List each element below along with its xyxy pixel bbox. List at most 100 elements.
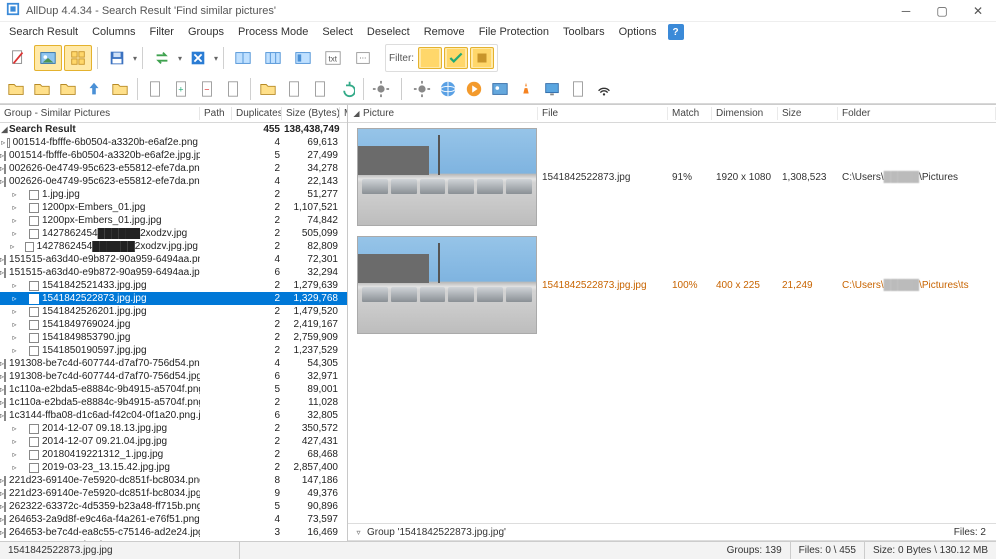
row-checkbox[interactable] (29, 229, 39, 239)
col-dupes[interactable]: Duplicates (232, 107, 282, 120)
row-checkbox[interactable] (29, 190, 39, 200)
row-checkbox[interactable] (4, 476, 6, 486)
folder-drop-icon[interactable] (256, 78, 280, 100)
row-checkbox[interactable] (29, 450, 39, 460)
preview-row[interactable]: 1541842522873.jpg.jpg100%400 x 22521,249… (348, 231, 996, 339)
menu-columns[interactable]: Columns (85, 24, 142, 40)
filter3-icon[interactable] (470, 47, 494, 69)
row-checkbox[interactable] (29, 216, 39, 226)
row-checkbox[interactable] (4, 398, 6, 408)
save-icon[interactable] (103, 45, 131, 71)
gear-icon[interactable] (410, 78, 434, 100)
result-row[interactable]: ▹151515-a63d40-e9b872-90a959-6494aa.jpg.… (0, 266, 347, 279)
row-checkbox[interactable] (4, 268, 6, 278)
group-expander[interactable]: ▿ Group '1541842522873.jpg.jpg' Files: 2 (348, 523, 996, 541)
results-body[interactable]: ◢Search Result 455 138,438,749 ▹001514-f… (0, 123, 347, 541)
image-icon[interactable] (488, 78, 512, 100)
col-picture[interactable]: Picture (363, 108, 394, 119)
row-checkbox[interactable] (4, 528, 6, 538)
document-minus-icon[interactable]: − (195, 78, 219, 100)
result-row[interactable]: ▹221d23-69140e-7e5920-dc851f-bc8034.png8… (0, 474, 347, 487)
document-plus-icon[interactable]: + (169, 78, 193, 100)
row-checkbox[interactable] (4, 515, 6, 525)
menu-deselect[interactable]: Deselect (360, 24, 417, 40)
row-checkbox[interactable] (25, 242, 34, 252)
result-row[interactable]: ▹1c110a-e2bda5-e8884c-9b4915-a5704f.png.… (0, 396, 347, 409)
document-icon[interactable] (143, 78, 167, 100)
row-checkbox[interactable] (29, 320, 39, 330)
wifi-icon[interactable] (592, 78, 616, 100)
row-checkbox[interactable] (4, 177, 6, 187)
result-row[interactable]: ▹221d23-69140e-7e5920-dc851f-bc8034.jpg.… (0, 487, 347, 500)
result-row[interactable]: ▹1541850190597.jpg.jpg21,237,529 (0, 344, 347, 357)
document-arrow-icon[interactable] (308, 78, 332, 100)
settings-icon[interactable] (369, 78, 393, 100)
result-row[interactable]: ▹001514-fbfffe-6b0504-a3320b-e6af2e.png4… (0, 136, 347, 149)
result-row[interactable]: ▹001514-fbfffe-6b0504-a3320b-e6af2e.jpg.… (0, 149, 347, 162)
result-row[interactable]: ▹264653-2a9d8f-e9c46a-f4a261-e76f51.png4… (0, 513, 347, 526)
layout-small-icon[interactable] (289, 45, 317, 71)
undo-icon[interactable] (334, 78, 358, 100)
result-row[interactable]: ▹2014-12-07 09.21.04.jpg.jpg2427,431 (0, 435, 347, 448)
result-row[interactable]: ▹262322-63372c-4d5359-b23a48-ff715b.png5… (0, 500, 347, 513)
row-checkbox[interactable] (29, 541, 39, 542)
layout-wide-icon[interactable] (229, 45, 257, 71)
row-checkbox[interactable] (4, 359, 6, 369)
menu-select[interactable]: Select (315, 24, 360, 40)
help-button[interactable]: ? (668, 24, 684, 40)
col-match[interactable]: Match (340, 107, 348, 120)
folder-plus-icon[interactable] (30, 78, 54, 100)
row-checkbox[interactable] (4, 489, 6, 499)
text-mode-icon[interactable]: txt (319, 45, 347, 71)
preview-thumb[interactable] (357, 236, 537, 334)
grid-view-icon[interactable] (64, 45, 92, 71)
menu-options[interactable]: Options (612, 24, 664, 40)
col-group[interactable]: Group - Similar Pictures (0, 107, 200, 120)
result-row[interactable]: ▹1427862454██████2xodzv.jpg.jpg282,809 (0, 240, 347, 253)
menu-toolbars[interactable]: Toolbars (556, 24, 612, 40)
row-checkbox[interactable] (29, 294, 39, 304)
delete-blue-icon[interactable] (184, 45, 212, 71)
row-checkbox[interactable] (29, 281, 39, 291)
row-checkbox[interactable] (29, 333, 39, 343)
result-row[interactable]: ▹1.jpg.jpg251,277 (0, 188, 347, 201)
maximize-button[interactable]: ▢ (924, 0, 960, 22)
transfer-icon[interactable] (148, 45, 176, 71)
screen-icon[interactable] (540, 78, 564, 100)
globe-icon[interactable] (436, 78, 460, 100)
menu-groups[interactable]: Groups (181, 24, 231, 40)
result-row[interactable]: ▹1427862454██████2xodzv.jpg2505,099 (0, 227, 347, 240)
col-match[interactable]: Match (668, 107, 712, 120)
row-checkbox[interactable] (29, 203, 39, 213)
menu-file-protection[interactable]: File Protection (472, 24, 556, 40)
row-checkbox[interactable] (4, 255, 6, 265)
document-delete-icon[interactable] (4, 45, 32, 71)
result-row[interactable]: ▹191308-be7c4d-607744-d7af70-756d54.png4… (0, 357, 347, 370)
preview-body[interactable]: 1541842522873.jpg91%1920 x 10801,308,523… (348, 123, 996, 523)
close-button[interactable]: ✕ (960, 0, 996, 22)
result-row[interactable]: ▹1541842522873.jpg.jpg21,329,768 (0, 292, 347, 305)
col-file[interactable]: File (538, 107, 668, 120)
folder-open-icon[interactable] (108, 78, 132, 100)
folder-minus-icon[interactable] (56, 78, 80, 100)
overflow-icon[interactable]: ⋯ (349, 45, 377, 71)
preview-row[interactable]: 1541842522873.jpg91%1920 x 10801,308,523… (348, 123, 996, 231)
menu-remove[interactable]: Remove (417, 24, 472, 40)
section-row[interactable]: ◢Search Result 455 138,438,749 (0, 123, 347, 136)
result-row[interactable]: ▹1200px-Embers_01.jpg.jpg274,842 (0, 214, 347, 227)
folder-new-icon[interactable] (4, 78, 28, 100)
row-checkbox[interactable] (29, 437, 39, 447)
result-row[interactable]: ▹1c3144-ffba08-d1c6ad-f42c04-0f1a20.png.… (0, 409, 347, 422)
row-checkbox[interactable] (4, 164, 6, 174)
layout-columns-icon[interactable] (259, 45, 287, 71)
row-checkbox[interactable] (4, 372, 6, 382)
col-folder[interactable]: Folder (838, 107, 996, 120)
unknown1-icon[interactable] (221, 78, 245, 100)
result-row[interactable]: ▹002626-0e4749-95c623-e55812-efe7da.png2… (0, 162, 347, 175)
row-checkbox[interactable] (29, 424, 39, 434)
result-row[interactable]: ▹20180419221312_1.jpg.jpg268,468 (0, 448, 347, 461)
col-size[interactable]: Size (Bytes) (282, 107, 340, 120)
row-checkbox[interactable] (29, 463, 39, 473)
result-row[interactable]: ▹1541842521433.jpg.jpg21,279,639 (0, 279, 347, 292)
result-row[interactable]: ▹264653-be7c4d-ea8c55-c75146-ad2e24.jpg.… (0, 526, 347, 539)
